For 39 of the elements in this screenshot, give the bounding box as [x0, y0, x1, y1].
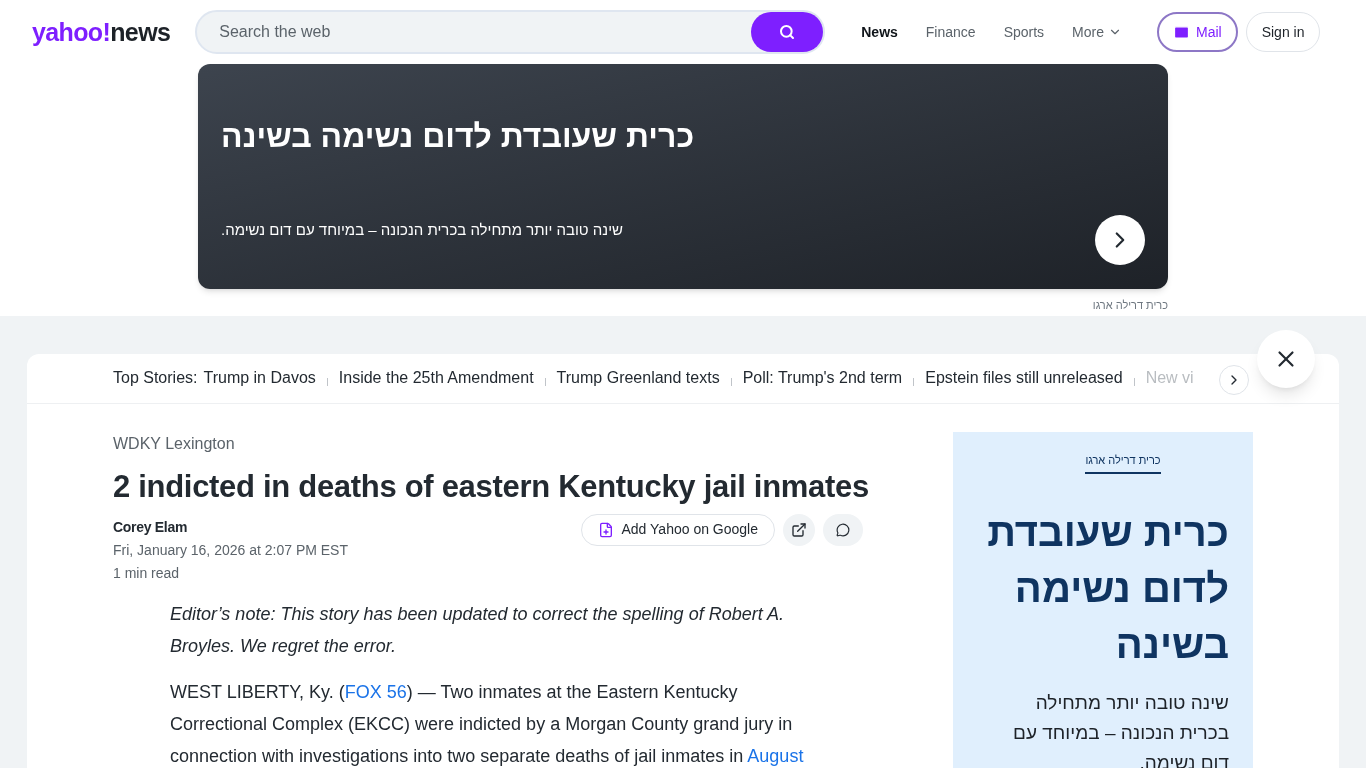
article-link[interactable]: FOX 56	[344, 681, 407, 702]
comment-icon	[836, 522, 850, 537]
yahoo-news-logo[interactable]: yahoo!news	[32, 19, 171, 45]
ad-sponsor[interactable]: כרית דרילה ארגו	[1085, 451, 1161, 474]
article-paragraph: WEST LIBERTY, Ky. (FOX 56) — Two inmates at the Eastern Kentucky Correctional Complex (EKCC) were indicted by a Morgan County grand jury in connection with investigations into two separate deaths of jail inmates in August	[170, 680, 805, 768]
share-button[interactable]	[783, 513, 815, 546]
scroll-right-button[interactable]	[1219, 365, 1249, 395]
publish-date: Fri, January 16, 2026 at 2:07 PM EST	[113, 540, 348, 560]
top-story-link[interactable]: Epstein files still unreleased	[925, 366, 1123, 390]
banner-ad[interactable]: כרית שעובדת לדום נשימה בשינה שינה טובה יותר מתחילה בכרית הנכונה – במיוחד עם דום נשימה.	[198, 64, 1168, 289]
article-link[interactable]: August	[747, 745, 804, 766]
comments-button[interactable]	[823, 513, 863, 546]
top-story-link[interactable]: Trump in Davos	[203, 366, 316, 390]
top-story-link[interactable]: Trump Greenland texts	[556, 366, 720, 390]
nav-link[interactable]: Sports	[1003, 21, 1045, 43]
search-icon	[779, 24, 796, 40]
nav-link[interactable]: More	[1072, 21, 1122, 43]
ad-text: שינה טובה יותר מתחילה בכרית הנכונה – במיוחד עם דום נשימה.	[221, 219, 624, 240]
ad-headline: כרית שעובדת לדום נשימה בשינה	[221, 117, 696, 156]
share-icon	[791, 521, 807, 538]
nav-link[interactable]: News	[861, 21, 898, 43]
article-source[interactable]: WDKY Lexington	[113, 431, 903, 456]
top-stories-label: Top Stories:	[113, 368, 198, 388]
search-field[interactable]: Search the web	[195, 10, 826, 54]
next-button[interactable]	[1095, 215, 1145, 265]
editor-note: Editor’s note: This story has been updated to correct the spelling of Robert A. Broyles. We regret the error.	[170, 602, 785, 658]
article-title: 2 indicted in deaths of eastern Kentucky jail inmates	[113, 467, 870, 505]
top-story-link[interactable]: Poll: Trump's 2nd term	[742, 366, 903, 390]
author-name[interactable]: Corey Elam	[113, 516, 348, 538]
nav-link[interactable]: Finance	[925, 21, 976, 43]
close-button[interactable]	[1257, 329, 1315, 388]
search-button[interactable]	[751, 12, 824, 52]
mail-icon	[1173, 23, 1190, 41]
mail-button[interactable]: Mail	[1157, 12, 1238, 52]
document-plus-icon	[597, 521, 614, 538]
ad-headline: כרית שעובדת לדום נשימה בשינה	[986, 509, 1229, 668]
top-story-link[interactable]: Inside the 25th Amendment	[338, 366, 534, 390]
ad-sponsor[interactable]: כרית דרילה ארגו	[1092, 297, 1168, 314]
read-time: 1 min read	[113, 563, 181, 583]
